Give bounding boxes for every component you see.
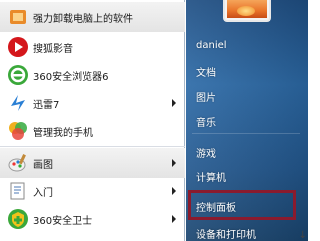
paint-icon	[8, 154, 26, 172]
xunlei-icon	[11, 95, 25, 111]
uninstall-icon	[10, 10, 26, 24]
program-phone-manager[interactable]: 管理我的手机	[0, 116, 185, 146]
360-browser-icon	[8, 65, 28, 85]
sohu-video-icon	[8, 37, 28, 57]
menu-item-computer[interactable]: 计算机	[196, 169, 226, 184]
program-uninstaller[interactable]: 强力卸载电脑上的软件	[0, 2, 185, 32]
menu-item-music[interactable]: 音乐	[196, 114, 216, 129]
submenu-arrow-icon	[172, 187, 176, 195]
submenu-arrow-icon	[172, 159, 176, 167]
360-safe-icon	[8, 209, 28, 229]
menu-item-pictures[interactable]: 图片	[196, 89, 216, 104]
program-label: 画图	[33, 159, 53, 171]
scroll-down-icon: ↓	[298, 230, 307, 241]
program-label: 入门	[33, 187, 53, 199]
separator	[192, 133, 300, 134]
program-paint[interactable]: 画图	[0, 148, 185, 178]
program-label: 360安全卫士	[33, 215, 93, 227]
program-getting-started[interactable]: 入门	[0, 176, 185, 206]
program-sohu-video[interactable]: 搜狐影音	[0, 32, 185, 62]
program-label: 360安全浏览器6	[33, 71, 109, 83]
program-label: 强力卸载电脑上的软件	[33, 13, 133, 25]
submenu-arrow-icon	[172, 215, 176, 223]
menu-item-documents[interactable]: 文档	[196, 64, 216, 79]
programs-pane: 强力卸载电脑上的软件 搜狐影音 360安全浏览器6 迅雷7 管理我的手机 画图 …	[0, 0, 185, 241]
menu-item-user[interactable]: daniel	[196, 40, 227, 51]
phone-manager-icon	[9, 122, 27, 140]
program-360-browser[interactable]: 360安全浏览器6	[0, 60, 185, 90]
submenu-arrow-icon	[172, 99, 176, 107]
user-avatar[interactable]	[223, 0, 271, 22]
menu-item-devices-printers[interactable]: 设备和打印机	[196, 226, 256, 241]
program-label: 迅雷7	[33, 99, 60, 111]
menu-item-control-panel[interactable]: 控制面板	[196, 199, 236, 214]
program-360-safe[interactable]: 360安全卫士	[0, 204, 185, 234]
menu-item-games[interactable]: 游戏	[196, 145, 216, 160]
places-pane: daniel 文档 图片 音乐 游戏 计算机 控制面板 设备和打印机 ↓	[186, 0, 308, 241]
program-label: 搜狐影音	[33, 43, 73, 55]
program-label: 管理我的手机	[33, 127, 93, 139]
avatar-image	[227, 0, 267, 18]
separator	[0, 146, 185, 147]
program-xunlei[interactable]: 迅雷7	[0, 88, 185, 118]
getting-started-icon	[10, 182, 25, 200]
